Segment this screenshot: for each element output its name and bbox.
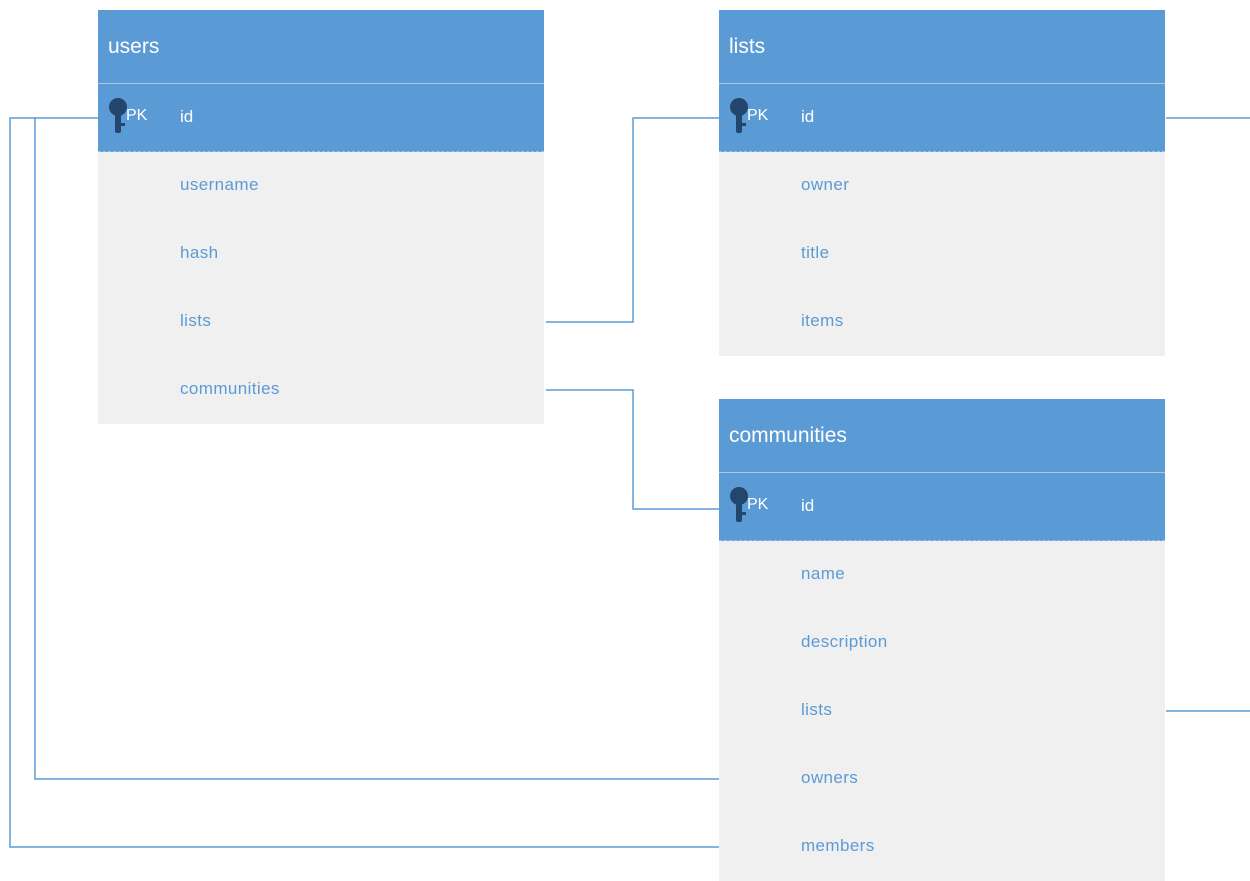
- entity-body: name description lists owners members: [719, 541, 1165, 881]
- field-row[interactable]: hash: [98, 220, 544, 288]
- pk-label: PK: [126, 107, 148, 124]
- field-members: members: [801, 836, 875, 855]
- key-icon: [730, 98, 748, 133]
- field-username: username: [180, 175, 259, 194]
- field-row[interactable]: lists: [719, 677, 1165, 745]
- entity-title[interactable]: users: [98, 10, 544, 84]
- entity-lists[interactable]: lists PK id owner title items: [719, 10, 1165, 356]
- entity-users[interactable]: users PK id username hash lists communit…: [98, 10, 544, 424]
- field-row[interactable]: description: [719, 609, 1165, 677]
- field-communities: communities: [180, 379, 280, 398]
- primary-key-row[interactable]: PK id: [98, 84, 544, 152]
- field-id: id: [801, 496, 815, 515]
- field-row[interactable]: items: [719, 288, 1165, 356]
- field-row[interactable]: lists: [98, 288, 544, 356]
- key-icon: [109, 98, 127, 133]
- field-name: name: [801, 564, 846, 583]
- primary-key-row[interactable]: PK id: [719, 473, 1165, 541]
- field-row[interactable]: communities: [98, 356, 544, 424]
- connector-users-communities-to-communities-id: [546, 389, 720, 510]
- field-row[interactable]: username: [98, 152, 544, 220]
- field-id: id: [801, 107, 815, 126]
- pk-label: PK: [747, 107, 769, 124]
- primary-key-row[interactable]: PK id: [719, 84, 1165, 152]
- key-icon: [730, 487, 748, 522]
- entity-title[interactable]: communities: [719, 399, 1165, 473]
- entity-communities[interactable]: communities PK id name description lists…: [719, 399, 1165, 881]
- field-id: id: [180, 107, 194, 126]
- entity-body: owner title items: [719, 152, 1165, 356]
- field-hash: hash: [180, 243, 219, 262]
- field-row[interactable]: members: [719, 813, 1165, 881]
- field-description: description: [801, 632, 888, 651]
- pk-label: PK: [747, 496, 769, 513]
- field-items: items: [801, 311, 844, 330]
- connector-users-lists-to-lists-id: [546, 117, 720, 323]
- field-row[interactable]: title: [719, 220, 1165, 288]
- field-owners: owners: [801, 768, 859, 787]
- field-lists: lists: [180, 311, 212, 330]
- field-row[interactable]: owner: [719, 152, 1165, 220]
- field-lists: lists: [801, 700, 833, 719]
- field-title: title: [801, 243, 830, 262]
- entity-title[interactable]: lists: [719, 10, 1165, 84]
- field-owner: owner: [801, 175, 850, 194]
- field-row[interactable]: name: [719, 541, 1165, 609]
- field-row[interactable]: owners: [719, 745, 1165, 813]
- entity-body: username hash lists communities: [98, 152, 544, 424]
